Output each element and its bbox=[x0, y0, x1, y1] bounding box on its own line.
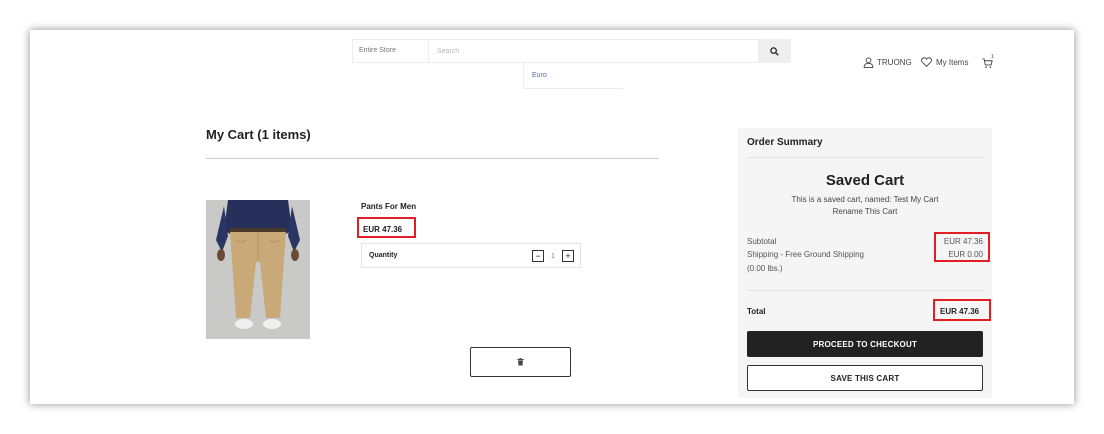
divider bbox=[206, 158, 659, 159]
search-scope-select[interactable]: Entire Store bbox=[352, 39, 428, 63]
total-value: EUR 47.36 bbox=[933, 299, 991, 321]
subtotal-value: EUR 47.36 bbox=[943, 237, 983, 246]
user-icon bbox=[863, 57, 874, 68]
trash-icon bbox=[517, 358, 524, 366]
summary-amounts: EUR 47.36 EUR 0.00 bbox=[934, 232, 990, 262]
save-cart-button[interactable]: SAVE THIS CART bbox=[747, 365, 983, 391]
summary-title: Order Summary bbox=[747, 137, 823, 148]
currency-option-euro[interactable]: Euro bbox=[523, 63, 623, 89]
wishlist-label: My Items bbox=[936, 57, 969, 67]
shipping-value: EUR 0.00 bbox=[948, 250, 983, 259]
quantity-label: Quantity bbox=[369, 252, 398, 259]
quantity-decrease-button[interactable]: − bbox=[532, 250, 544, 262]
shipping-weight: (0.00 lbs.) bbox=[747, 264, 783, 273]
search-button[interactable] bbox=[758, 39, 791, 63]
shipping-label: Shipping - Free Ground Shipping bbox=[747, 250, 864, 259]
cart-count-badge: 1 bbox=[991, 54, 994, 60]
product-price: EUR 47.36 bbox=[357, 217, 416, 238]
search-input[interactable] bbox=[428, 39, 758, 63]
page-title: My Cart (1 items) bbox=[206, 127, 311, 142]
total-label: Total bbox=[747, 307, 766, 316]
product-name[interactable]: Pants For Men bbox=[361, 202, 416, 211]
browser-frame: Entire Store Euro TRUONG My Items 1 My C… bbox=[30, 30, 1074, 404]
heart-icon bbox=[921, 57, 932, 67]
product-photo bbox=[206, 200, 310, 339]
quantity-input[interactable] bbox=[547, 250, 559, 262]
rename-cart-link[interactable]: Rename This Cart bbox=[738, 207, 992, 216]
divider bbox=[747, 157, 983, 158]
saved-cart-title: Saved Cart bbox=[825, 172, 905, 189]
account-name: TRUONG bbox=[877, 58, 912, 67]
product-image[interactable] bbox=[206, 200, 310, 339]
divider bbox=[747, 290, 983, 291]
account-link[interactable]: TRUONG bbox=[863, 57, 912, 68]
saved-cart-description: This is a saved cart, named: Test My Car… bbox=[791, 195, 939, 204]
subtotal-label: Subtotal bbox=[747, 237, 777, 246]
quantity-row: Quantity − + bbox=[361, 243, 581, 268]
order-summary: Order Summary Saved Cart This is a saved… bbox=[738, 128, 992, 398]
proceed-to-checkout-button[interactable]: PROCEED TO CHECKOUT bbox=[747, 331, 983, 357]
remove-item-button[interactable] bbox=[470, 347, 571, 377]
wishlist-link[interactable]: My Items bbox=[921, 57, 968, 67]
search-icon bbox=[770, 46, 779, 56]
quantity-increase-button[interactable]: + bbox=[562, 250, 574, 262]
minicart-link[interactable]: 1 bbox=[982, 54, 994, 74]
